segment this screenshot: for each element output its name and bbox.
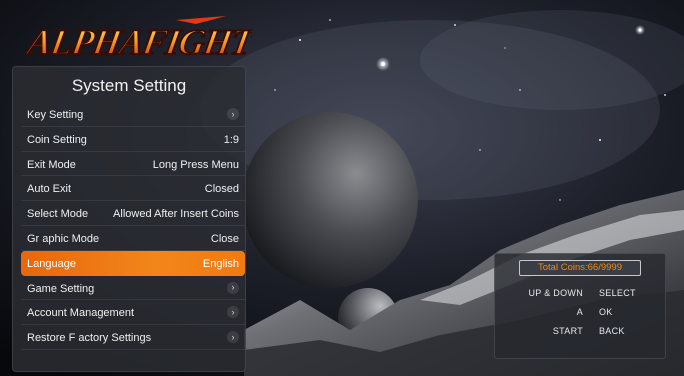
system-setting-panel: System Setting Key Setting › Coin Setting 1… (12, 66, 246, 372)
key-action: OK (599, 307, 613, 317)
menu-item-restore-f-actory-settings[interactable]: Restore F actory Settings › (21, 325, 245, 350)
chevron-right-icon: › (227, 331, 239, 344)
key-action: BACK (599, 326, 625, 336)
chevron-right-icon: › (227, 108, 239, 120)
menu-item-gr-aphic-mode[interactable]: Gr aphic Mode Close (21, 226, 245, 251)
menu-item-value: Allowed After Insert Coins (113, 208, 239, 221)
settings-menu: Key Setting › Coin Setting 1:9 Exit Mode Long… (21, 102, 245, 350)
menu-item-account-management[interactable]: Account Management › (21, 300, 245, 326)
menu-item-coin-setting[interactable]: Coin Setting 1:9 (21, 127, 245, 152)
menu-item-value: English (202, 257, 239, 270)
menu-item-auto-exit[interactable]: Auto Exit Closed (21, 176, 245, 202)
alphafight-logo: ALPHAFIGHT (26, 16, 252, 63)
menu-item-select-mode[interactable]: Select Mode Allowed After Insert Coins (21, 201, 245, 226)
logo-text: ALPHAFIGHT (26, 22, 252, 62)
key-name: A (576, 307, 583, 317)
chevron-right-icon: › (227, 306, 239, 319)
menu-item-label: Exit Mode (27, 158, 76, 171)
menu-item-value: 1:9 (223, 133, 239, 146)
menu-item-label: Gr aphic Mode (27, 232, 100, 245)
info-box: Total Coins:66/9999 UP & DOWN SELECT A OK ST… (494, 253, 666, 359)
menu-item-game-setting[interactable]: Game Setting › (21, 276, 245, 301)
chevron-right-icon: › (227, 281, 239, 294)
menu-item-label: Language (27, 257, 76, 270)
menu-item-label: Restore F actory Settings (27, 332, 152, 345)
menu-item-exit-mode[interactable]: Exit Mode Long Press Menu (21, 152, 245, 177)
menu-item-value: Close (210, 232, 239, 245)
menu-item-label: Key Setting (27, 109, 84, 121)
key-hint-row: A OK (495, 307, 665, 326)
key-name: START (552, 326, 583, 336)
total-coins-display: Total Coins:66/9999 (519, 260, 641, 276)
menu-item-key-setting[interactable]: Key Setting › (21, 102, 245, 127)
menu-item-label: Game Setting (27, 282, 95, 295)
key-action: SELECT (599, 288, 636, 298)
key-hint-row: UP & DOWN SELECT (495, 288, 665, 307)
menu-item-label: Auto Exit (27, 183, 72, 196)
key-name: UP & DOWN (528, 288, 583, 298)
menu-item-label: Select Mode (27, 208, 89, 221)
panel-title: System Setting (71, 76, 187, 95)
key-hint-row: START BACK (495, 326, 665, 345)
menu-item-value: Closed (204, 183, 239, 196)
menu-item-value: Long Press Menu (152, 158, 239, 171)
menu-item-label: Account Management (27, 307, 135, 320)
menu-item-language[interactable]: Language English (21, 250, 245, 276)
menu-item-label: Coin Setting (27, 133, 87, 146)
key-hints: UP & DOWN SELECT A OK START BACK (495, 288, 665, 345)
